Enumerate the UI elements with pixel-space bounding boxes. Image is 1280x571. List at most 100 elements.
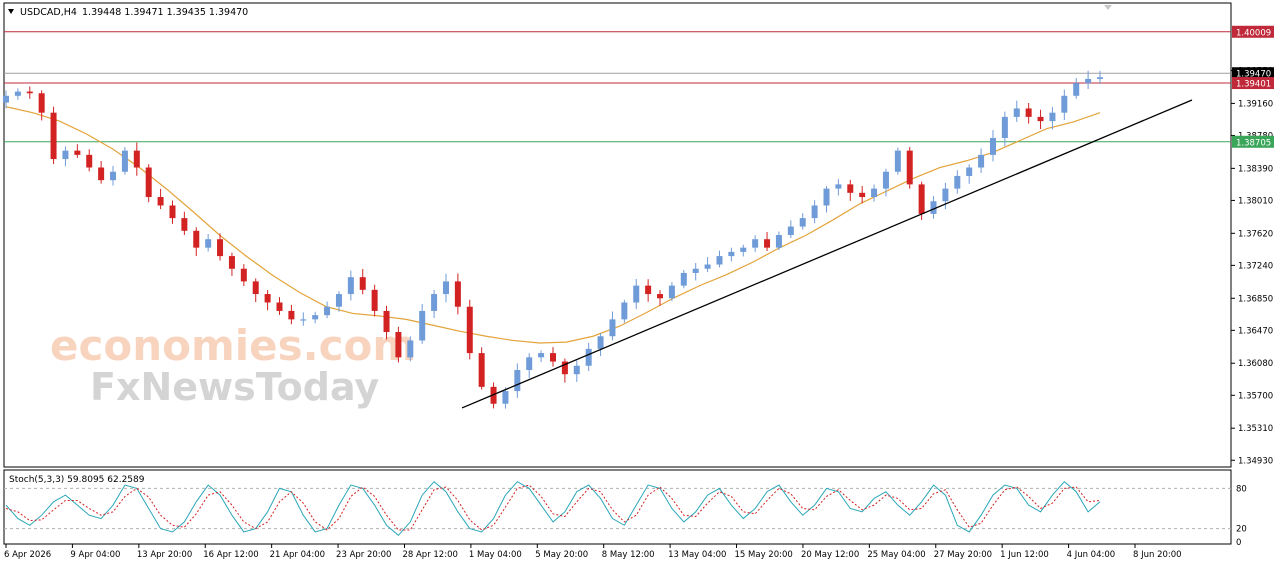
candle-body (787, 226, 794, 235)
stoch-y-tick-label: 0 (1236, 538, 1241, 548)
candle-body (335, 294, 342, 307)
x-tick-label: 20 May 12:00 (801, 550, 859, 560)
candle-body (609, 319, 616, 337)
x-tick-label: 8 May 12:00 (602, 550, 655, 560)
candle-body (121, 150, 128, 172)
candle-body (38, 93, 45, 113)
candle-body (1037, 116, 1044, 122)
candle-body (573, 365, 580, 375)
y-tick-label: 1.39160 (1238, 99, 1273, 109)
candle-body (645, 285, 652, 295)
x-tick-label: 8 Jun 20:00 (1133, 550, 1182, 560)
candle-body (1025, 108, 1032, 117)
candle-body (252, 281, 259, 295)
candle-body (193, 230, 200, 248)
x-tick-label: 6 Apr 2026 (4, 550, 51, 560)
candle-body (466, 306, 473, 354)
y-tick-label: 1.36470 (1238, 326, 1273, 336)
candle-body (978, 154, 985, 168)
candle-body (324, 306, 331, 316)
candle-body (728, 251, 735, 257)
watermark-line2: FxNewsToday (90, 365, 379, 409)
candle-body (716, 256, 723, 265)
candle-body (775, 235, 782, 248)
candle-body (169, 205, 176, 219)
y-tick-label: 1.37240 (1238, 261, 1273, 271)
candle-body (264, 294, 271, 303)
candle-body (300, 319, 307, 321)
candle-body (1073, 83, 1080, 96)
y-tick-label: 1.35310 (1238, 424, 1273, 434)
candle-body (50, 112, 57, 160)
candle-body (312, 315, 319, 320)
candle-body (133, 150, 140, 168)
candle-body (799, 218, 806, 227)
candle-body (740, 247, 747, 252)
candle-body (181, 218, 188, 231)
x-tick-label: 5 May 20:00 (535, 550, 588, 560)
candle-body (347, 277, 354, 295)
candle-body (454, 281, 461, 307)
x-tick-label: 9 Apr 04:00 (70, 550, 120, 560)
y-tick-label: 1.34930 (1238, 456, 1273, 466)
candle-body (3, 95, 9, 103)
stoch-y-tick-label: 80 (1236, 484, 1247, 494)
candle-body (276, 302, 283, 311)
price-label-text: 1.40009 (1236, 28, 1271, 38)
candle-body (811, 205, 818, 219)
y-tick-label: 1.36850 (1238, 294, 1273, 304)
candle-body (1013, 108, 1020, 117)
candle-body (145, 167, 152, 198)
candle-body (550, 353, 556, 362)
candle-body (966, 167, 973, 176)
candle-body (692, 268, 699, 273)
candle-body (14, 91, 21, 96)
candle-body (835, 184, 842, 189)
x-tick-label: 23 Apr 20:00 (336, 550, 391, 560)
candle-body (989, 137, 996, 155)
candle-body (823, 188, 830, 206)
chart-svg: economies.com FxNewsToday 1.395501.39160… (3, 2, 1274, 560)
candle-body (359, 277, 366, 290)
candle-body (680, 272, 687, 286)
candle-body (1097, 77, 1103, 79)
candle-body (954, 175, 961, 189)
x-tick-label: 13 May 04:00 (668, 550, 726, 560)
candle-body (217, 239, 224, 257)
y-tick-label: 1.37620 (1238, 229, 1273, 239)
y-tick-label: 1.38010 (1238, 196, 1273, 206)
candle-body (205, 239, 212, 248)
candle-body (431, 294, 438, 311)
x-tick-label: 1 Jun 12:00 (1000, 550, 1049, 560)
candle-body (228, 256, 235, 269)
candle-body (62, 150, 69, 160)
candle-body (871, 188, 878, 198)
watermark-line1: economies.com (50, 321, 416, 370)
candle-body (752, 239, 759, 248)
x-tick-label: 13 Apr 20:00 (137, 550, 192, 560)
candle-body (621, 302, 628, 320)
stoch-title: Stoch(5,3,3) 59.8095 62.2589 (9, 475, 145, 485)
price-label-text: 1.39401 (1236, 80, 1271, 90)
candle-body (502, 391, 509, 404)
y-axis-layer: 1.395501.391601.387801.383901.380101.376… (1231, 66, 1273, 466)
y-tick-label: 1.35700 (1238, 391, 1273, 401)
chart-root: economies.com FxNewsToday 1.395501.39160… (0, 0, 1280, 567)
candle-body (407, 340, 414, 358)
candle-body (585, 348, 592, 366)
y-tick-label: 1.36080 (1238, 359, 1273, 369)
candle-body (98, 167, 105, 181)
candle-body (1001, 116, 1008, 138)
candle-body (371, 289, 378, 311)
candle-body (704, 264, 711, 269)
candle-body (288, 310, 295, 320)
candle-body (942, 188, 949, 202)
x-tick-label: 4 Jun 04:00 (1067, 550, 1116, 560)
candle-body (668, 285, 675, 299)
candle-body (847, 184, 854, 193)
candle-body (26, 91, 33, 94)
x-tick-label: 27 May 20:00 (934, 550, 992, 560)
candle-body (478, 353, 485, 387)
candle-body (1061, 95, 1068, 113)
price-label-text: 1.38705 (1236, 138, 1271, 148)
